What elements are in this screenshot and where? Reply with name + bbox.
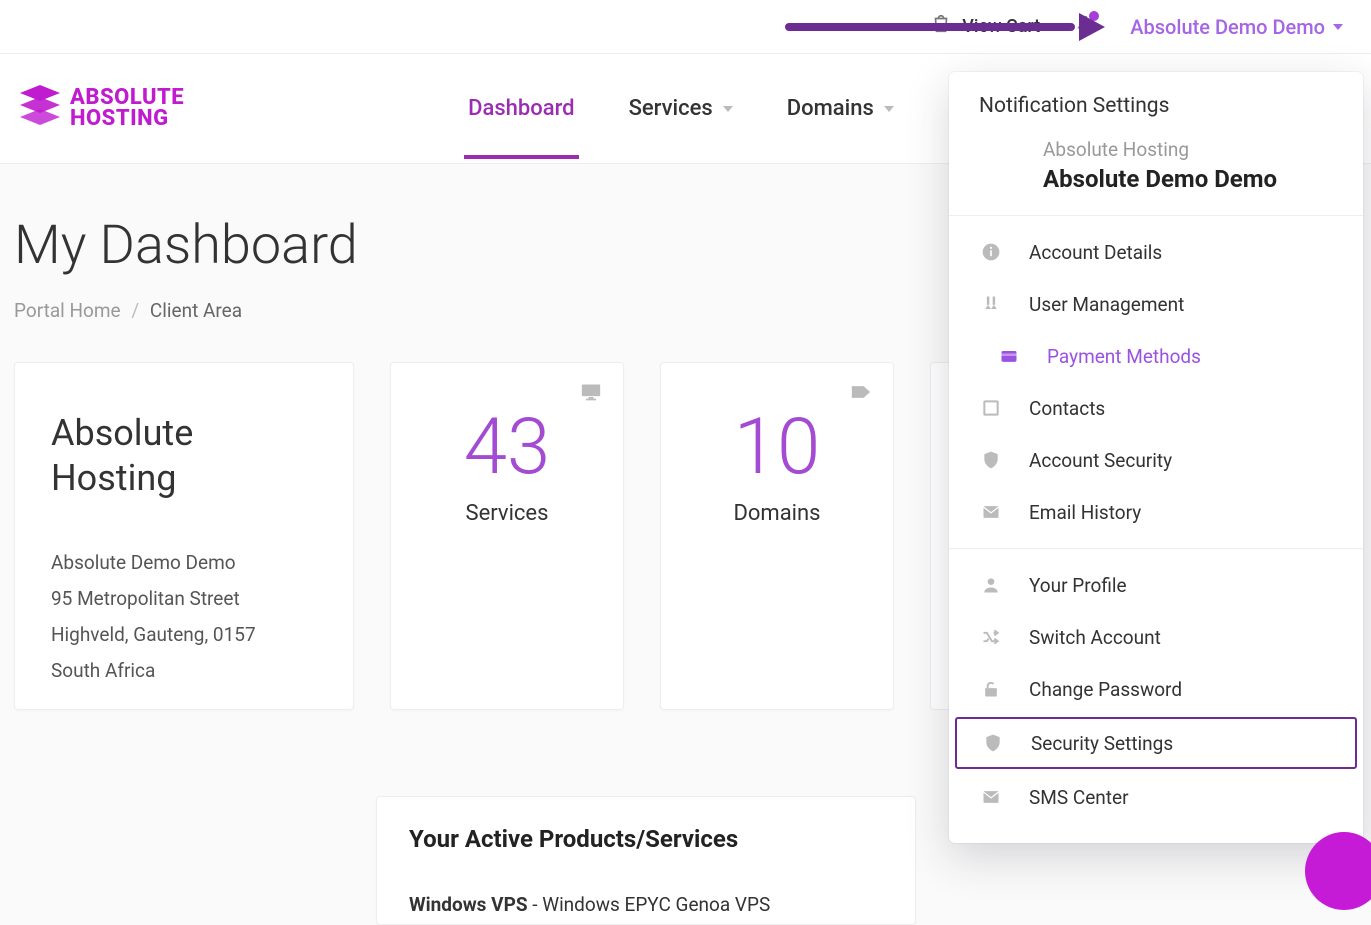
- user-name-label: Absolute Demo Demo: [1130, 15, 1325, 39]
- dropdown-header[interactable]: Notification Settings: [949, 72, 1363, 132]
- menu-user-management[interactable]: User Management: [949, 278, 1363, 330]
- account-company: Absolute Hosting: [1043, 138, 1333, 161]
- person-icon: [979, 573, 1003, 597]
- caret-down-icon: [723, 106, 733, 112]
- active-products-card: Your Active Products/Services Windows VP…: [376, 796, 916, 925]
- stat-card-domains[interactable]: 10 Domains: [660, 362, 894, 710]
- stat-label: Services: [407, 501, 607, 526]
- unlock-icon: [979, 677, 1003, 701]
- stat-value: 10: [677, 409, 877, 487]
- active-products-heading: Your Active Products/Services: [409, 825, 883, 853]
- top-bar: View Cart Absolute Demo Demo: [0, 0, 1371, 54]
- wallet-icon: [997, 344, 1021, 368]
- brand-logo[interactable]: ABSOLUTE HOSTING: [14, 83, 184, 135]
- stat-card-services[interactable]: 43 Services: [390, 362, 624, 710]
- nav-tab-dashboard[interactable]: Dashboard: [464, 58, 578, 159]
- info-icon: [979, 240, 1003, 264]
- menu-account-security[interactable]: Account Security: [949, 434, 1363, 486]
- stat-label: Domains: [677, 501, 877, 526]
- dropdown-account-block: Absolute Hosting Absolute Demo Demo: [949, 132, 1363, 216]
- nav-tabs: Dashboard Services Domains: [464, 58, 898, 159]
- menu-sms-center[interactable]: SMS Center: [949, 771, 1363, 823]
- tag-icon: [851, 383, 871, 405]
- menu-account-details[interactable]: Account Details: [949, 226, 1363, 278]
- menu-change-password[interactable]: Change Password: [949, 663, 1363, 715]
- notifications-button[interactable]: [1074, 14, 1096, 40]
- breadcrumb-current: Client Area: [150, 299, 242, 322]
- monitor-icon: [581, 383, 601, 405]
- nav-tab-domains[interactable]: Domains: [783, 58, 898, 159]
- profile-card: Absolute Hosting Absolute Demo Demo 95 M…: [14, 362, 354, 710]
- caret-down-icon: [1333, 24, 1343, 30]
- view-cart-link[interactable]: View Cart: [930, 13, 1040, 40]
- menu-switch-account[interactable]: Switch Account: [949, 611, 1363, 663]
- profile-heading: Absolute Hosting: [51, 411, 317, 501]
- account-name: Absolute Demo Demo: [1043, 165, 1333, 193]
- user-menu-toggle[interactable]: Absolute Demo Demo: [1130, 15, 1343, 39]
- shopping-bag-icon: [930, 13, 952, 40]
- stat-value: 43: [407, 409, 607, 487]
- menu-your-profile[interactable]: Your Profile: [949, 559, 1363, 611]
- breadcrumb-sep: /: [131, 299, 139, 322]
- menu-contacts[interactable]: Contacts: [949, 382, 1363, 434]
- mail-icon: [979, 500, 1003, 524]
- logo-text: ABSOLUTE HOSTING: [70, 88, 184, 130]
- logo-mark-icon: [14, 83, 66, 135]
- dropdown-section-account: Account Details User Management Payment …: [949, 216, 1363, 549]
- product-row[interactable]: Windows VPS - Windows EPYC Genoa VPS: [409, 893, 883, 916]
- menu-security-settings[interactable]: Security Settings: [955, 717, 1357, 769]
- nav-tab-services[interactable]: Services: [625, 58, 737, 159]
- notification-dot-icon: [1089, 11, 1099, 21]
- users-icon: [979, 292, 1003, 316]
- menu-email-history[interactable]: Email History: [949, 486, 1363, 538]
- menu-payment-methods[interactable]: Payment Methods: [949, 330, 1363, 382]
- chat-fab[interactable]: [1305, 832, 1371, 910]
- user-dropdown-panel: Notification Settings Absolute Hosting A…: [949, 72, 1363, 843]
- shield-icon: [979, 448, 1003, 472]
- profile-address: Absolute Demo Demo 95 Metropolitan Stree…: [51, 545, 317, 689]
- square-icon: [979, 396, 1003, 420]
- dropdown-section-profile: Your Profile Switch Account Change Passw…: [949, 549, 1363, 833]
- shuffle-icon: [979, 625, 1003, 649]
- cart-label: View Cart: [962, 16, 1040, 37]
- envelope-icon: [979, 785, 1003, 809]
- bell-icon: [1074, 21, 1096, 40]
- breadcrumb-home[interactable]: Portal Home: [14, 299, 121, 322]
- caret-down-icon: [884, 106, 894, 112]
- shield-check-icon: [981, 731, 1005, 755]
